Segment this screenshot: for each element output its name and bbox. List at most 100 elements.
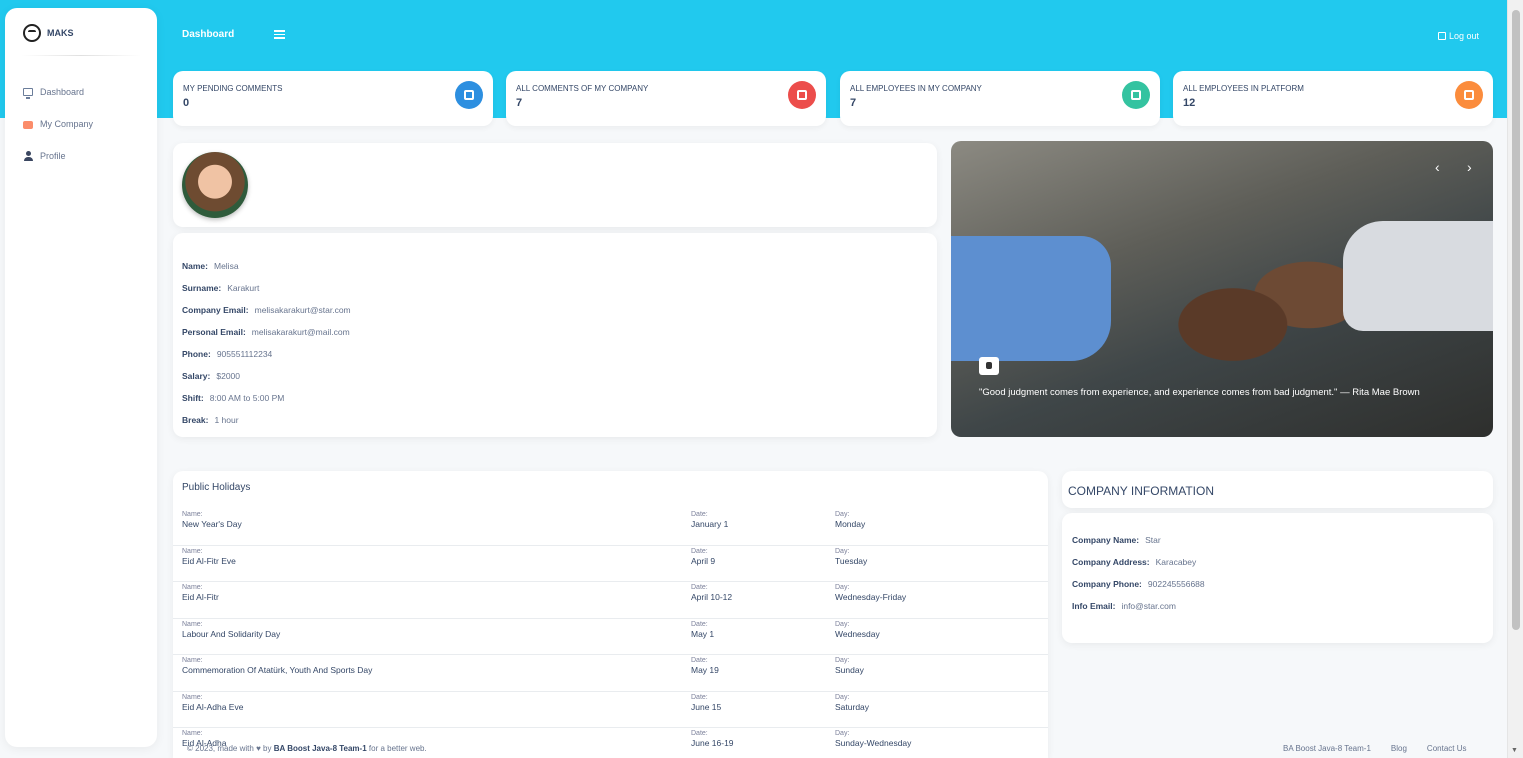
profile-row-break: Break: 1 hour bbox=[182, 409, 351, 431]
cell-value: Saturday bbox=[835, 701, 870, 712]
holiday-date-cell: Date: May 1 bbox=[691, 621, 714, 639]
scroll-down-icon[interactable]: ▼ bbox=[1511, 747, 1518, 754]
sidebar: MAKS Dashboard My Company Profile bbox=[5, 8, 157, 747]
hamburger-icon bbox=[274, 37, 285, 39]
cell-value: Eid Al-Fitr Eve bbox=[182, 555, 236, 566]
cell-label: Name: bbox=[182, 693, 203, 701]
field-value: melisakarakurt@star.com bbox=[254, 305, 351, 315]
footer-link-blog[interactable]: Blog bbox=[1391, 744, 1407, 753]
sidebar-item-my-company[interactable]: My Company bbox=[23, 108, 93, 140]
stat-value: 7 bbox=[516, 97, 523, 109]
cell-label: Day: bbox=[835, 620, 850, 628]
field-value: 1 hour bbox=[214, 415, 239, 425]
table-row: Name: Eid Al-Fitr Date: April 10-12 Day: Wedn… bbox=[173, 582, 1048, 619]
sidebar-divider bbox=[21, 55, 141, 56]
cell-label: Name: bbox=[182, 547, 203, 555]
field-label: Phone: bbox=[182, 349, 211, 359]
carousel-next-button[interactable]: › bbox=[1467, 159, 1472, 175]
menu-toggle-button[interactable] bbox=[274, 30, 285, 39]
globe-icon bbox=[1455, 81, 1483, 109]
profile-row-company-email: Company Email: melisakarakurt@star.com bbox=[182, 299, 351, 321]
cell-value: New Year's Day bbox=[182, 519, 242, 529]
stat-label: ALL EMPLOYEES IN MY COMPANY bbox=[850, 84, 982, 93]
sidebar-item-label: My Company bbox=[40, 119, 94, 129]
cell-label: Name: bbox=[182, 584, 203, 591]
field-value: Melisa bbox=[213, 261, 239, 271]
profile-header-card bbox=[173, 143, 937, 227]
holiday-day-cell: Day: Wednesday bbox=[835, 621, 880, 639]
cell-label: Date: bbox=[691, 547, 708, 555]
profile-row-name: Name: Melisa bbox=[182, 255, 351, 277]
footer-link-contact[interactable]: Contact Us bbox=[1427, 744, 1467, 753]
cell-label: Day: bbox=[835, 584, 850, 591]
cell-value: Monday bbox=[835, 519, 866, 529]
carousel-prev-button[interactable]: ‹ bbox=[1435, 159, 1440, 175]
avatar bbox=[182, 152, 248, 218]
holiday-date-cell: Date: April 10-12 bbox=[691, 584, 732, 602]
holiday-day-cell: Day: Monday bbox=[835, 511, 865, 529]
heart-icon: ♥ bbox=[256, 744, 261, 753]
cell-label: Date: bbox=[691, 730, 708, 737]
cell-label: Name: bbox=[182, 620, 203, 628]
cell-value: Sunday bbox=[835, 665, 864, 675]
cell-label: Day: bbox=[835, 730, 850, 737]
cell-label: Day: bbox=[835, 547, 850, 555]
stat-value: 7 bbox=[850, 97, 857, 109]
holiday-name-cell: Name: New Year's Day bbox=[182, 511, 242, 529]
holiday-date-cell: Date: January 1 bbox=[691, 511, 728, 529]
field-label: Company Email: bbox=[182, 305, 249, 315]
cell-value: Sunday-Wednesday bbox=[835, 738, 912, 748]
company-info-card: Company Name: Star Company Address: Karaca… bbox=[1062, 513, 1493, 643]
carousel-quote: "Good judgment comes from experience, an… bbox=[979, 387, 1420, 398]
cell-label: Date: bbox=[691, 657, 708, 664]
field-label: Company Address: bbox=[1072, 557, 1150, 567]
company-row-email: Info Email: info@star.com bbox=[1072, 595, 1205, 617]
profile-row-surname: Surname: Karakurt bbox=[182, 277, 351, 299]
cell-value: Commemoration Of Atatürk, Youth And Spor… bbox=[182, 665, 373, 675]
stat-card-company-employees: ALL EMPLOYEES IN MY COMPANY 7 bbox=[840, 71, 1160, 126]
cell-label: Day: bbox=[835, 693, 850, 701]
cell-value: Wednesday bbox=[835, 628, 880, 639]
logout-button[interactable]: Log out bbox=[1438, 31, 1479, 41]
field-label: Surname: bbox=[182, 283, 222, 293]
folder-icon bbox=[788, 81, 816, 109]
stat-label: MY PENDING COMMENTS bbox=[183, 84, 283, 93]
cell-label: Date: bbox=[691, 511, 708, 518]
brand-name: MAKS bbox=[47, 28, 74, 38]
company-icon bbox=[23, 121, 33, 129]
footer-link-team[interactable]: BA Boost Java-8 Team-1 bbox=[1283, 744, 1371, 753]
comment-icon bbox=[455, 81, 483, 109]
page-scrollbar[interactable]: ▼ bbox=[1507, 0, 1523, 758]
cell-value: Wednesday-Friday bbox=[835, 592, 907, 602]
holiday-date-cell: Date: May 19 bbox=[691, 657, 719, 675]
quote-icon bbox=[979, 357, 999, 375]
sidebar-nav: Dashboard My Company Profile bbox=[23, 76, 93, 172]
cell-value: Labour And Solidarity Day bbox=[182, 628, 281, 639]
cell-label: Name: bbox=[182, 511, 203, 518]
footer-credit: © 2023, made with ♥ by BA Boost Java-8 T… bbox=[187, 744, 427, 753]
monitor-icon bbox=[23, 88, 33, 99]
stat-card-company-comments: ALL COMMENTS OF MY COMPANY 7 bbox=[506, 71, 826, 126]
cell-label: Date: bbox=[691, 620, 708, 628]
field-label: Break: bbox=[182, 415, 209, 425]
holiday-name-cell: Name: Eid Al-Fitr Eve bbox=[182, 548, 236, 566]
sidebar-item-profile[interactable]: Profile bbox=[23, 140, 93, 172]
holiday-day-cell: Day: Sunday bbox=[835, 657, 864, 675]
public-holidays-card: Public Holidays Name: New Year's Day Date:… bbox=[173, 471, 1048, 758]
company-row-name: Company Name: Star bbox=[1072, 529, 1205, 551]
holiday-name-cell: Name: Eid Al-Fitr bbox=[182, 584, 219, 602]
field-value: Karakurt bbox=[227, 283, 260, 293]
cell-value: May 1 bbox=[691, 628, 715, 639]
scrollbar-thumb[interactable] bbox=[1512, 10, 1520, 630]
sidebar-item-dashboard[interactable]: Dashboard bbox=[23, 76, 93, 108]
field-value: Star bbox=[1145, 535, 1161, 545]
brand[interactable]: MAKS bbox=[23, 24, 74, 42]
field-value: Karacabey bbox=[1155, 557, 1197, 567]
holiday-date-cell: Date: April 9 bbox=[691, 548, 715, 566]
footer-team-link[interactable]: BA Boost Java-8 Team-1 bbox=[274, 744, 367, 753]
field-value: 902245556688 bbox=[1147, 579, 1205, 589]
company-info-list: Company Name: Star Company Address: Karaca… bbox=[1072, 529, 1205, 617]
stat-card-platform-employees: ALL EMPLOYEES IN PLATFORM 12 bbox=[1173, 71, 1493, 126]
field-label: Company Name: bbox=[1072, 535, 1140, 545]
stat-label: ALL EMPLOYEES IN PLATFORM bbox=[1183, 84, 1304, 93]
